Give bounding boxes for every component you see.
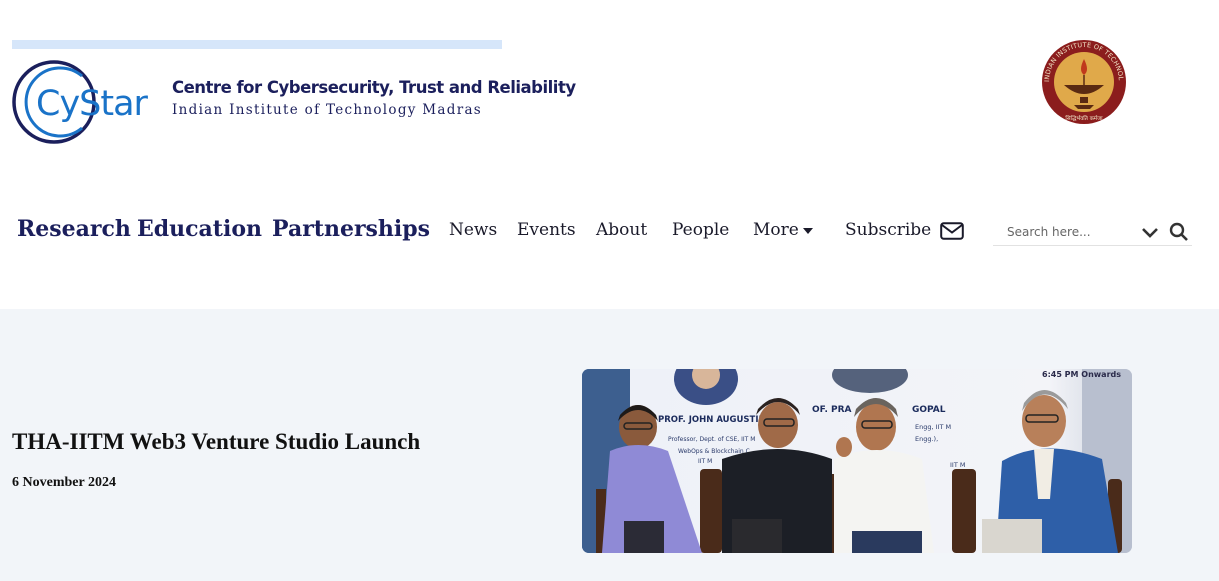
nav-more-label: More [753, 220, 799, 240]
logo-accent-bar [12, 40, 502, 49]
nav-people[interactable]: People [672, 220, 729, 240]
chevron-down-icon[interactable] [1141, 223, 1159, 241]
banner-speaker2-line2: Engg.), [915, 435, 938, 443]
banner-speaker2-name: OF. PRA [812, 405, 852, 415]
banner-speaker2-name-end: GOPAL [912, 405, 946, 415]
article-photo[interactable]: 6:45 PM Onwards PROF. JOHN AUGUSTINE Pro… [582, 369, 1132, 553]
cystar-logo[interactable]: CyStar Centre for Cybersecurity, Trust a… [12, 58, 576, 148]
featured-news-section: THA-IITM Web3 Venture Studio Launch 6 No… [0, 309, 1219, 581]
banner-speaker1-line3: IIT M [698, 458, 712, 465]
seal-motto: सिद्धिर्भवति कर्मजा [1065, 115, 1103, 122]
event-photo-illustration: 6:45 PM Onwards PROF. JOHN AUGUSTINE Pro… [582, 369, 1132, 553]
caret-down-icon [802, 227, 813, 234]
nav-research[interactable]: Research [17, 216, 131, 242]
search-box [993, 218, 1192, 246]
nav-about[interactable]: About [596, 220, 647, 240]
banner-speaker1-name: PROF. JOHN AUGUSTINE [658, 415, 772, 425]
article-date: 6 November 2024 [12, 475, 116, 490]
nav-education[interactable]: Education [137, 216, 262, 242]
cystar-logo-mark-icon: CyStar [12, 60, 150, 144]
main-navigation: Research Education Partnerships News Eve… [0, 210, 1219, 254]
nav-more[interactable]: More [753, 220, 813, 240]
logo-mark-text: CyStar [36, 84, 149, 124]
nav-news[interactable]: News [449, 220, 497, 240]
search-input[interactable] [1007, 221, 1137, 243]
iit-madras-seal-icon[interactable]: INDIAN INSTITUTE OF TECHNOLOGY MADRAS सि… [1040, 39, 1128, 125]
nav-subscribe[interactable]: Subscribe [845, 220, 931, 240]
banner-speaker2-line3: IIT M [950, 461, 965, 469]
search-icon[interactable] [1169, 222, 1189, 242]
logo-centre-name: Centre for Cybersecurity, Trust and Reli… [172, 78, 576, 97]
banner-speaker2-line1: Engg, IIT M [915, 423, 951, 431]
site-header: CyStar Centre for Cybersecurity, Trust a… [0, 0, 1219, 309]
banner-speaker1-line1: Professor, Dept. of CSE, IIT M [668, 436, 755, 443]
mail-icon[interactable] [940, 222, 964, 240]
article-title[interactable]: THA-IITM Web3 Venture Studio Launch [12, 429, 420, 455]
nav-partnerships[interactable]: Partnerships [272, 216, 430, 242]
nav-events[interactable]: Events [517, 220, 576, 240]
logo-institute-name: Indian Institute of Technology Madras [172, 102, 483, 118]
banner-time: 6:45 PM Onwards [1042, 370, 1121, 379]
